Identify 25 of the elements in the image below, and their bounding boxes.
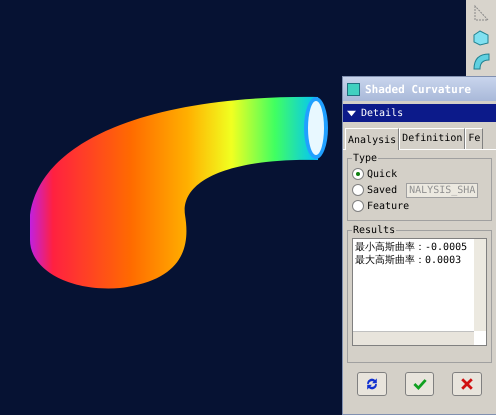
tab[interactable]: Definition [399, 128, 466, 149]
radio-button[interactable] [352, 184, 364, 196]
tab[interactable]: Fe [465, 128, 484, 149]
radio-label: Saved [367, 184, 398, 196]
tab[interactable]: Analysis [345, 128, 400, 150]
group-label: Type [352, 153, 378, 164]
close-icon [459, 376, 476, 392]
ok-button[interactable] [404, 372, 434, 396]
radio-button[interactable] [352, 168, 364, 180]
check-icon [412, 376, 428, 392]
result-line: 最小高斯曲率：-0.0005 [355, 241, 468, 254]
section-title: Details [361, 108, 404, 118]
vertical-scrollbar[interactable] [474, 239, 486, 331]
radio-button[interactable] [352, 200, 364, 212]
round-icon[interactable] [471, 51, 491, 71]
section-header[interactable]: Details [343, 104, 496, 122]
group-label: Results [352, 225, 396, 236]
repeat-button[interactable] [357, 372, 387, 396]
horizontal-scrollbar[interactable] [353, 331, 474, 345]
radio-label: Feature [367, 200, 410, 212]
cancel-button[interactable] [452, 372, 482, 396]
window-icon [347, 82, 360, 96]
result-line: 最大高斯曲率：0.0003 [355, 254, 462, 267]
window-title: Shaded Curvature [365, 82, 471, 96]
radio-label: Quick [367, 168, 398, 180]
